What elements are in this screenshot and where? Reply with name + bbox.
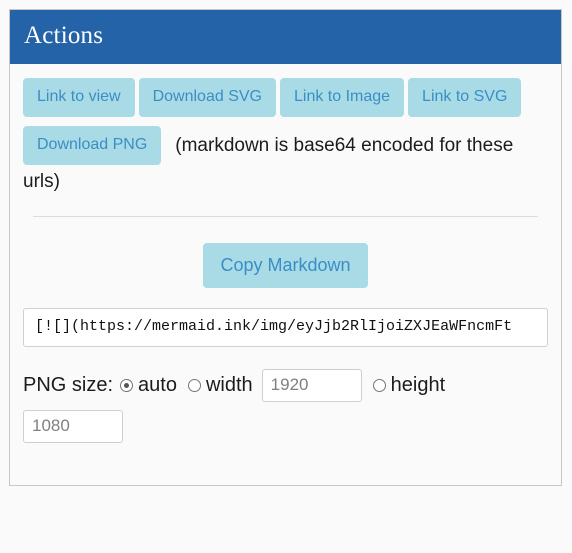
png-size-height-label: height <box>390 374 446 397</box>
png-height-input[interactable] <box>23 410 123 444</box>
link-buttons-row: Link to view Download SVG Link to Image Lin… <box>23 78 548 117</box>
png-size-auto-label: auto <box>138 374 177 397</box>
markdown-url-row <box>23 308 548 348</box>
actions-panel: Actions Link to view Download SVG Link to … <box>9 9 562 487</box>
link-to-view-button[interactable]: Link to view <box>23 78 135 117</box>
png-size-auto-radio[interactable] <box>120 379 134 393</box>
markdown-url-input[interactable] <box>23 308 548 348</box>
png-size-width-label: width <box>205 374 253 397</box>
link-to-svg-button[interactable]: Link to SVG <box>408 78 522 117</box>
copy-markdown-row: Copy Markdown <box>23 243 548 289</box>
section-divider <box>33 216 538 218</box>
link-to-image-button[interactable]: Link to Image <box>279 78 405 117</box>
png-size-row: PNG size: auto width height <box>23 368 548 444</box>
panel-header: Actions <box>10 10 561 64</box>
download-png-button[interactable]: Download PNG <box>23 126 162 165</box>
panel-body: Link to view Download SVG Link to Image Lin… <box>10 64 561 485</box>
download-svg-button[interactable]: Download SVG <box>138 78 276 117</box>
page-title: Actions <box>24 22 104 49</box>
copy-markdown-button[interactable]: Copy Markdown <box>203 243 368 289</box>
download-png-row: Download PNG (markdown is base64 encoded … <box>23 126 548 199</box>
png-size-width-radio[interactable] <box>187 379 201 393</box>
png-size-label: PNG size: <box>23 374 114 397</box>
png-width-input[interactable] <box>261 369 362 403</box>
png-size-height-radio[interactable] <box>372 379 386 393</box>
png-height-row <box>23 409 548 444</box>
